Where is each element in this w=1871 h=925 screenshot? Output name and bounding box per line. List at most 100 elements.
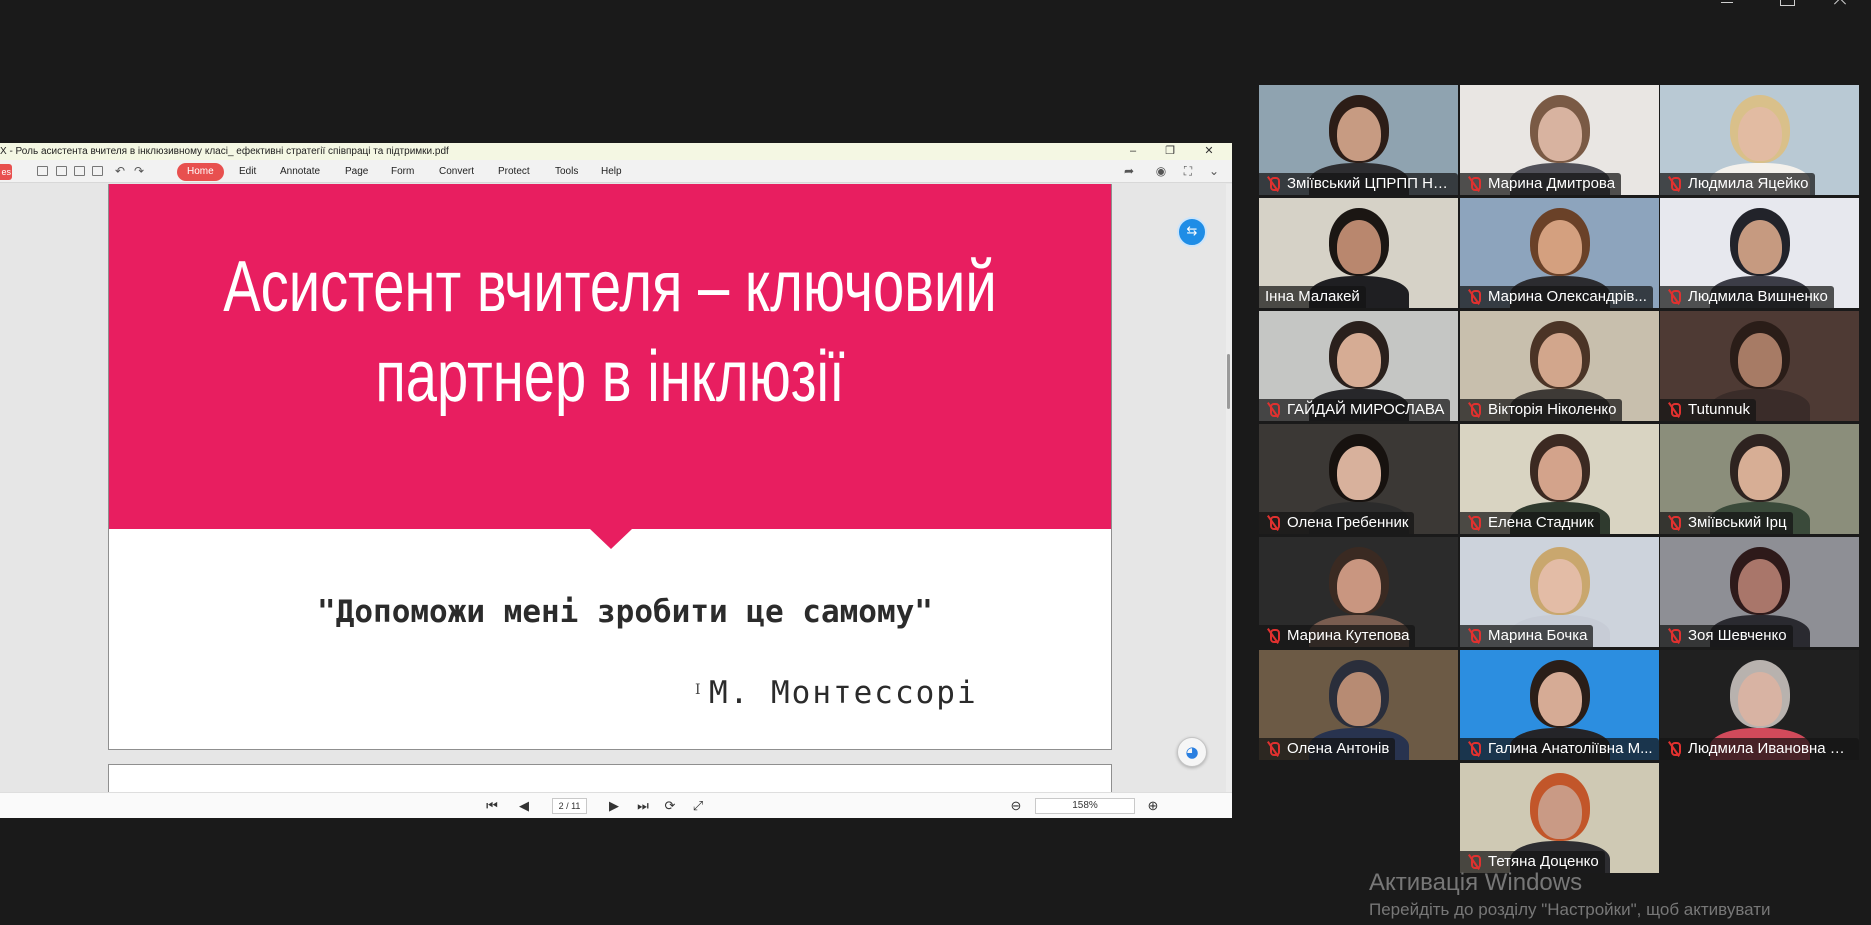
participant-face (1538, 446, 1582, 500)
participant-nameplate: Марина Олександрів... (1460, 286, 1653, 308)
participant-gallery: Зміївський ЦПРПП На... Марина Дмитрова Люд… (1259, 85, 1860, 875)
participant-tile[interactable]: Марина Бочка (1460, 537, 1659, 647)
translate-button[interactable]: ⇆ (1177, 217, 1207, 247)
participant-face (1738, 333, 1782, 387)
undo-icon[interactable]: ↶ (112, 164, 128, 178)
slide-quote: "Допоможи мені зробити це самому" (317, 594, 933, 630)
participant-name: Марина Бочка (1488, 627, 1588, 644)
microphone-muted-icon (1467, 741, 1481, 757)
minimize-icon[interactable] (1719, 0, 1735, 12)
microphone-muted-icon (1266, 402, 1280, 418)
participant-nameplate: Зміївський ЦПРПП На... (1259, 173, 1458, 195)
chevron-down-icon[interactable]: ⌄ (1206, 164, 1222, 178)
zoom-in-icon[interactable]: ⊕ (1145, 798, 1161, 814)
microphone-muted-icon (1266, 628, 1280, 644)
close-icon[interactable] (1832, 0, 1850, 12)
participant-tile[interactable]: Інна Малакей (1259, 198, 1458, 308)
first-page-icon[interactable]: ⏮ (484, 798, 500, 814)
microphone-muted-icon (1467, 515, 1481, 531)
participant-face (1538, 333, 1582, 387)
slide-page: Асистент вчителя – ключовий партнер в ін… (108, 184, 1112, 750)
participant-name: Елена Стадник (1488, 514, 1594, 531)
participant-face (1538, 220, 1582, 274)
zoom-level-field[interactable]: 158% (1035, 798, 1135, 814)
participant-face (1538, 672, 1582, 726)
participant-tile[interactable]: Зоя Шевченко (1660, 537, 1859, 647)
redo-icon[interactable]: ↷ (131, 164, 147, 178)
participant-nameplate: Галина Анатоліївна М... (1460, 738, 1659, 760)
microphone-muted-icon (1667, 402, 1681, 418)
vertical-scrollbar[interactable] (1226, 184, 1232, 792)
share-icon[interactable]: ➦ (1121, 164, 1137, 178)
menu-form[interactable]: Form (381, 163, 424, 181)
participant-tile[interactable]: Марина Олександрів... (1460, 198, 1659, 308)
last-page-icon[interactable]: ⏭ (635, 798, 651, 814)
save-as-icon[interactable] (74, 166, 85, 176)
next-page-icon[interactable]: ▶ (606, 798, 622, 814)
participant-tile[interactable]: Олена Антонів (1259, 650, 1458, 760)
microphone-muted-icon (1467, 402, 1481, 418)
pdf-ribbon: es ↶ ↷ Home Edit Annotate Page Form Conv… (0, 160, 1232, 183)
previous-page-icon[interactable]: ◀ (516, 798, 532, 814)
windows-activation-title: Активація Windows (1369, 869, 1583, 896)
participant-nameplate: Людмила Яцейко (1660, 173, 1815, 195)
participant-nameplate: Марина Бочка (1460, 625, 1594, 647)
participant-tile[interactable]: Людмила Ивановна С... (1660, 650, 1859, 760)
files-tab[interactable]: es (0, 164, 12, 180)
participant-nameplate: Зміївський Ірц (1660, 512, 1793, 534)
menu-page[interactable]: Page (335, 163, 378, 181)
open-icon[interactable] (37, 166, 48, 176)
pdf-restore-icon[interactable]: ❐ (1163, 143, 1177, 160)
participant-tile[interactable]: Елена Стадник (1460, 424, 1659, 534)
menu-home[interactable]: Home (177, 163, 224, 181)
print-icon[interactable] (92, 166, 103, 176)
participant-tile[interactable]: Вікторія Ніколенко (1460, 311, 1659, 421)
fullscreen-icon[interactable]: ⛶ (1180, 164, 1196, 178)
rotate-page-icon[interactable]: ⟳ (662, 798, 678, 814)
participant-tile[interactable]: Тетяна Доценко (1460, 763, 1659, 873)
fit-page-icon[interactable]: ⤢ (690, 798, 706, 814)
document-area[interactable]: Асистент вчителя – ключовий партнер в ін… (0, 184, 1232, 792)
participant-tile[interactable]: ГАЙДАЙ МИРОСЛАВА (1259, 311, 1458, 421)
microphone-muted-icon (1266, 741, 1280, 757)
maximize-icon[interactable] (1778, 0, 1796, 12)
windows-activation-hint: Перейдіть до розділу "Настройки", щоб ак… (1369, 900, 1771, 919)
participant-name: Зміївський ЦПРПП На... (1287, 175, 1454, 192)
participant-tile[interactable]: Марина Кутепова (1259, 537, 1458, 647)
pdf-minimize-icon[interactable]: – (1126, 143, 1140, 160)
page-number-input[interactable]: 2 / 11 (552, 798, 587, 814)
participant-tile[interactable]: Людмила Вишненко (1660, 198, 1859, 308)
menu-help[interactable]: Help (591, 163, 632, 181)
ai-assistant-button[interactable]: ◕ (1177, 737, 1207, 767)
menu-protect[interactable]: Protect (488, 163, 540, 181)
participant-tile[interactable]: Олена Гребенник (1259, 424, 1458, 534)
participant-name: Марина Кутепова (1287, 627, 1410, 644)
menu-annotate[interactable]: Annotate (270, 163, 330, 181)
slide-title-line-1: Асистент вчителя – ключовий (223, 247, 997, 327)
pdf-titlebar: X - Роль асистента вчителя в інклюзивном… (0, 143, 1232, 160)
zoom-out-icon[interactable]: ⊖ (1008, 798, 1024, 814)
microphone-muted-icon (1266, 515, 1280, 531)
pdf-close-icon[interactable]: ✕ (1202, 143, 1216, 160)
participant-face (1738, 559, 1782, 613)
participant-face (1738, 107, 1782, 161)
microphone-muted-icon (1667, 176, 1681, 192)
participant-tile[interactable]: Галина Анатоліївна М... (1460, 650, 1659, 760)
participant-name: Tutunnuk (1688, 401, 1750, 418)
scrollbar-thumb[interactable] (1227, 354, 1230, 409)
participant-name: Інна Малакей (1265, 288, 1360, 305)
participant-tile[interactable]: Tutunnuk (1660, 311, 1859, 421)
participant-nameplate: ГАЙДАЙ МИРОСЛАВА (1259, 399, 1451, 421)
menu-edit[interactable]: Edit (229, 163, 266, 181)
participant-tile[interactable]: Людмила Яцейко (1660, 85, 1859, 195)
read-mode-icon[interactable]: ◉ (1153, 164, 1169, 178)
participant-nameplate: Олена Гребенник (1259, 512, 1415, 534)
participant-tile[interactable]: Зміївський Ірц (1660, 424, 1859, 534)
menu-convert[interactable]: Convert (429, 163, 484, 181)
menu-tools[interactable]: Tools (545, 163, 588, 181)
participant-face (1738, 672, 1782, 726)
participant-tile[interactable]: Марина Дмитрова (1460, 85, 1659, 195)
save-icon[interactable] (56, 166, 67, 176)
microphone-muted-icon (1467, 628, 1481, 644)
participant-tile[interactable]: Зміївський ЦПРПП На... (1259, 85, 1458, 195)
